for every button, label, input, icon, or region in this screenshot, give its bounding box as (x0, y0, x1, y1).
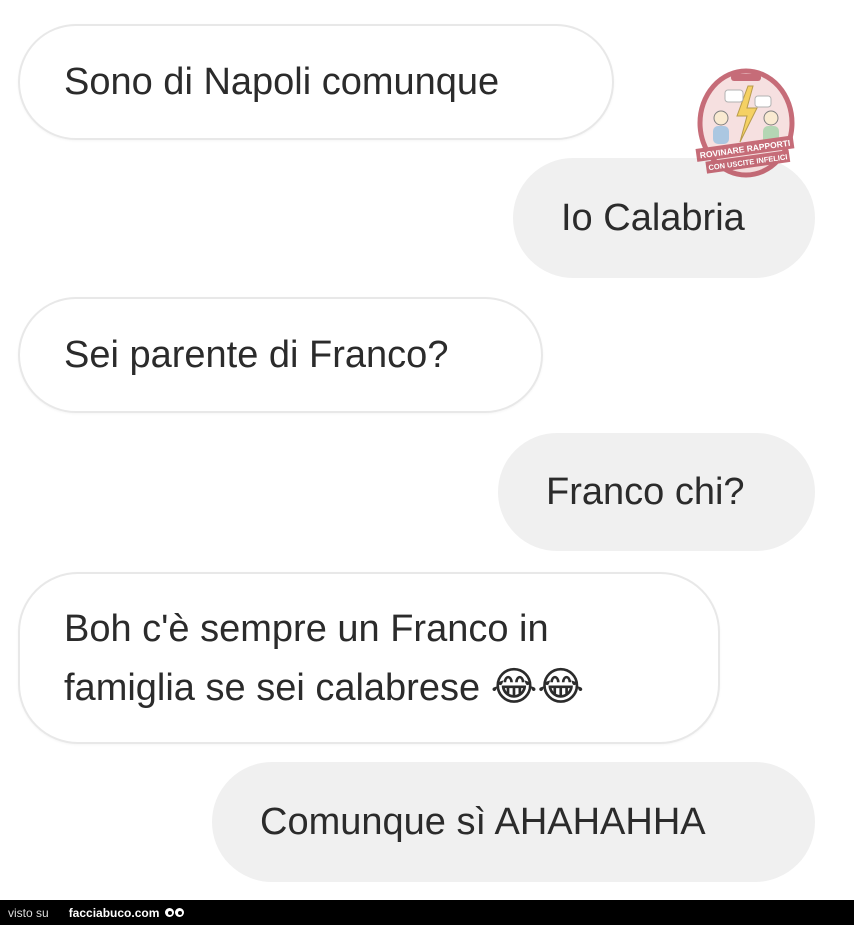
message-text: Comunque sì AHAHAHHA (260, 801, 706, 843)
message-text-line: Boh c'è sempre un Franco in (64, 607, 549, 650)
incoming-message[interactable]: Sei parente di Franco? (18, 297, 543, 413)
eye-icon (165, 908, 175, 917)
message-text-block: Boh c'è sempre un Franco in famiglia se … (64, 600, 584, 717)
incoming-message[interactable]: Sono di Napoli comunque (18, 24, 614, 140)
eye-icon (175, 908, 185, 917)
message-text: Franco chi? (546, 471, 745, 513)
message-text-line: famiglia se sei calabrese 😂😂 (64, 658, 584, 717)
message-text: famiglia se sei calabrese (64, 666, 481, 709)
site-footer: visto su facciabuco.com (0, 900, 854, 925)
message-text: Sei parente di Franco? (64, 334, 449, 376)
watermark-logo: ROVINARE RAPPORTI CON USCITE INFELICI (695, 68, 795, 178)
footer-label: visto su (8, 905, 49, 920)
outgoing-message[interactable]: Comunque sì AHAHAHHA (212, 762, 815, 882)
message-text: Io Calabria (561, 197, 745, 239)
site-link[interactable]: facciabuco.com (69, 906, 160, 920)
incoming-message[interactable]: Boh c'è sempre un Franco in famiglia se … (18, 572, 720, 744)
eyes-icon (165, 908, 185, 917)
laughing-emoji-icon: 😂😂 (490, 663, 585, 710)
message-text: Sono di Napoli comunque (64, 61, 500, 103)
outgoing-message[interactable]: Franco chi? (498, 433, 815, 551)
